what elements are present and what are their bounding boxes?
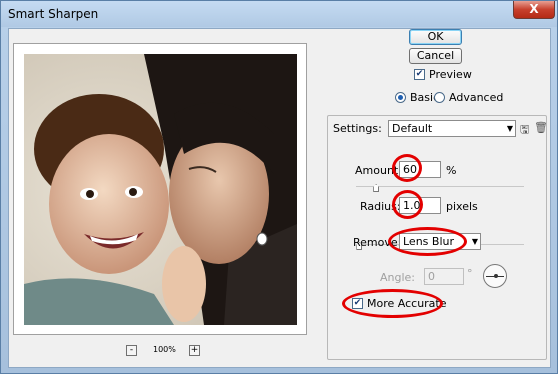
- settings-label: Settings:: [333, 122, 382, 135]
- trash-icon[interactable]: 🗑: [534, 121, 548, 134]
- highlight-circle: [342, 289, 443, 318]
- radius-unit: pixels: [446, 200, 478, 213]
- angle-label: Angle:: [380, 271, 416, 284]
- window-title: Smart Sharpen: [8, 7, 99, 21]
- angle-unit: °: [467, 267, 473, 280]
- advanced-label: Advanced: [449, 91, 504, 104]
- chevron-down-icon: ▼: [506, 124, 513, 133]
- close-button[interactable]: X: [513, 1, 555, 19]
- preview-checkbox[interactable]: ✔: [414, 69, 425, 80]
- save-icon[interactable]: 🖫: [520, 121, 529, 140]
- ok-button[interactable]: OK: [409, 29, 462, 45]
- highlight-circle: [388, 227, 467, 256]
- angle-dial[interactable]: [483, 264, 507, 288]
- zoom-in-button[interactable]: +: [189, 345, 200, 356]
- chevron-down-icon: ▼: [471, 237, 478, 246]
- preview-label: Preview: [429, 68, 472, 81]
- settings-select[interactable]: Default ▼: [388, 120, 516, 137]
- highlight-circle: [392, 190, 423, 219]
- dialog-body: - 100% + OK Cancel ✔ Preview Basic Advan…: [8, 28, 551, 368]
- advanced-radio[interactable]: [434, 92, 445, 103]
- zoom-level: 100%: [153, 345, 176, 354]
- amount-unit: %: [446, 164, 457, 177]
- title-bar: Smart Sharpen X: [1, 1, 557, 27]
- basic-radio[interactable]: [395, 92, 406, 103]
- cancel-button[interactable]: Cancel: [409, 48, 462, 64]
- highlight-circle: [392, 154, 422, 182]
- angle-input[interactable]: 0: [424, 268, 464, 285]
- dialog-window: Smart Sharpen X - 100% + OK Cancel ✔ Pre…: [0, 0, 558, 374]
- settings-value: Default: [392, 122, 433, 135]
- zoom-controls: - 100% +: [126, 345, 206, 359]
- preview-image: [24, 54, 297, 325]
- settings-panel: Settings: Default ▼ 🖫 🗑 Amount: 60 % Rad…: [327, 115, 548, 360]
- amount-slider-track[interactable]: [356, 186, 524, 187]
- preview-photo[interactable]: [24, 54, 297, 325]
- preview-pane[interactable]: [13, 43, 307, 335]
- zoom-out-button[interactable]: -: [126, 345, 137, 356]
